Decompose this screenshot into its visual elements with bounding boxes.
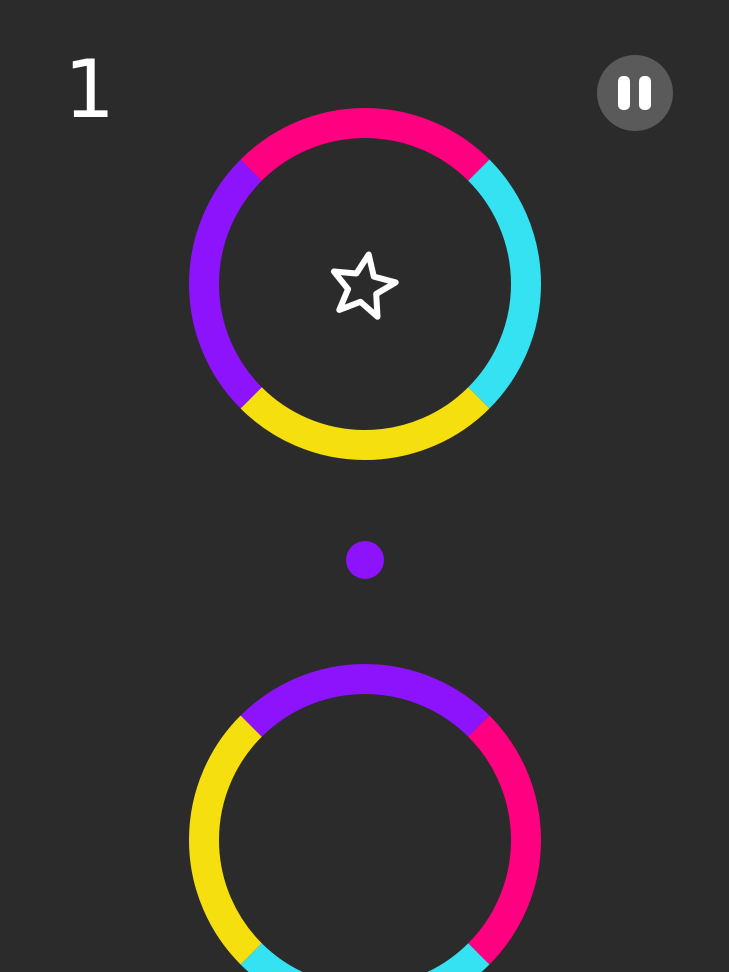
ring-bottom	[189, 664, 541, 972]
pause-button[interactable]	[597, 55, 673, 131]
ring-top-segment-purple	[189, 159, 262, 409]
ring-bottom-segment-purple	[240, 664, 490, 737]
star-icon	[330, 251, 399, 320]
pause-icon-bar-right	[639, 76, 651, 110]
ring-bottom-segment-yellow	[189, 715, 262, 965]
score-counter: 1	[64, 43, 115, 136]
ring-bottom-segment-pink	[468, 715, 541, 965]
ring-top-segment-yellow	[240, 387, 490, 460]
ring-top-segment-cyan	[468, 159, 541, 409]
ring-top	[189, 108, 541, 460]
game-stage[interactable]	[0, 0, 729, 972]
player-ball	[346, 541, 384, 579]
ring-top-segment-pink	[240, 108, 490, 181]
pause-icon-bar-left	[618, 76, 630, 110]
ring-bottom-segment-cyan	[240, 943, 490, 972]
